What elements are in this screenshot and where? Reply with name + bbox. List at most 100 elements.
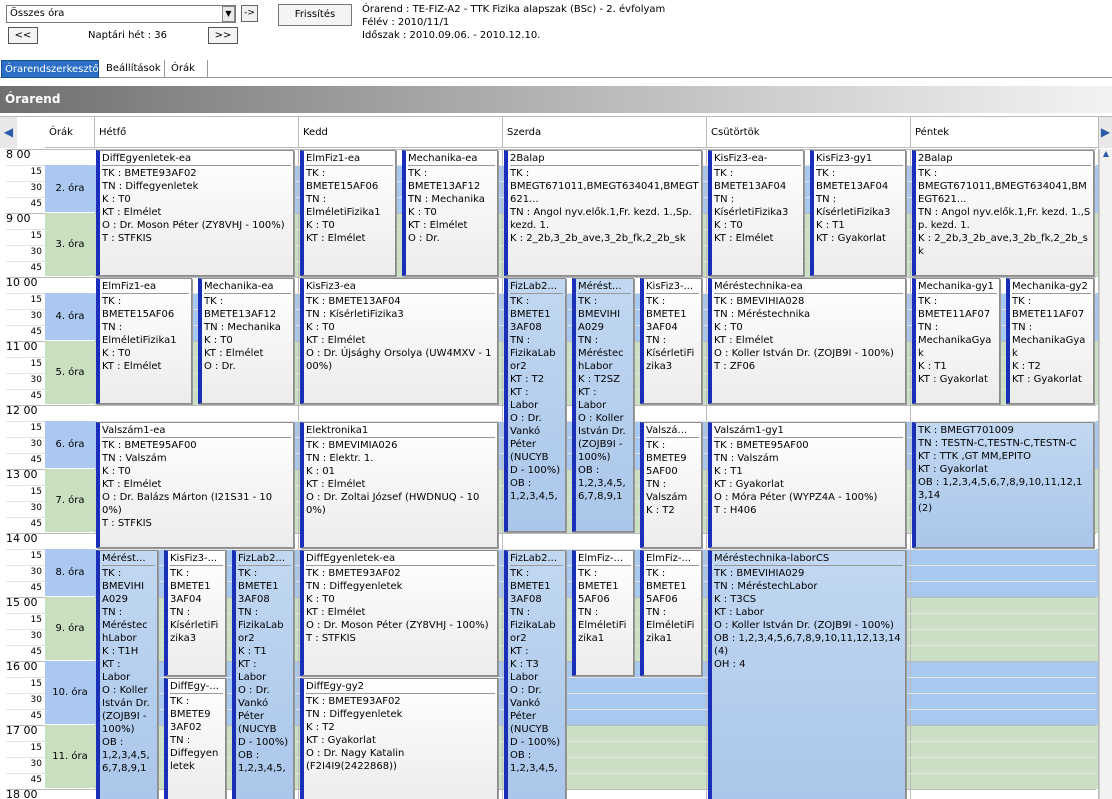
course-event[interactable]: KisFiz3-... TK : BMETE1 3AF04 TN : KísérletiF… [164,550,226,676]
refresh-button[interactable]: Frissítés [278,4,352,26]
event-line: FizikaLab [510,348,556,359]
event-line: KT : Elmélet [204,348,264,359]
course-event[interactable]: Valszám1-gy1 TK : BMETE95AF00 TN : Valszám… [708,422,906,548]
event-line: KT : Elmélet [714,233,774,244]
course-event[interactable]: FizLab2... TK : BMETE1 3AF08 TN : FizikaLab or… [504,278,566,532]
event-line: K : T1H [102,646,139,657]
event-line: K : T2 [646,505,675,516]
event-line: Labor [510,672,539,683]
event-line: KT : T2 [510,374,545,385]
course-event[interactable]: KisFiz3-ea- TK : BMETE13AF04 TN : KísérletiF… [708,150,804,276]
course-event[interactable]: Mérést... TK : BMEVIHI A029 TN : Méréstec hLab… [572,278,634,532]
event-title: FizLab2... [510,280,563,294]
prev-week-button[interactable]: << [8,27,38,44]
event-line: TK : [816,168,836,179]
course-event[interactable]: Mechanika-gy1 TK : BMETE11AF07 TN : Mechanik… [912,278,1000,404]
course-event[interactable]: KisFiz3-gy1 TK : BMETE13AF04 TN : KísérletiF… [810,150,906,276]
event-line: KT : [238,659,257,670]
event-line: zika3 [170,633,197,644]
course-event[interactable]: 2Balap TK : BMEGT671011,BMEGT634041,BMEGT6… [912,150,1094,276]
event-line: 6,7,8,9,1 [578,491,623,502]
tab-settings[interactable]: Beállítások [103,60,165,78]
event-line: TN : Elektr. 1. [306,453,374,464]
event-line: TN : [816,194,837,205]
minute-label: 15 [30,167,42,177]
event-line: 1,2,3,4,5, [510,491,558,502]
course-event[interactable]: TK : BMEGT701009 TN : TESTN-C,TESTN-C,TES… [912,422,1094,548]
course-event[interactable]: KisFiz3-... TK : BMETE1 3AF04 TN : KísérletiF… [640,278,702,404]
event-line: BMETE13AF12 [408,181,481,192]
course-event[interactable]: Mechanika-ea TK : BMETE13AF12 TN : Mechanik… [402,150,498,276]
event-line: TN : Diffegyenletek [306,709,403,720]
course-select[interactable]: Összes óra [6,5,236,23]
event-line: TK : BMETE13AF04 [306,296,401,307]
course-event[interactable]: Mérést... TK : BMEVIHI A029 TN : Méréstec hLab… [96,550,158,799]
event-line: K : T1 [238,646,267,657]
course-event[interactable]: ElmFiz1-ea TK : BMETE15AF06 TN : ElméletiFiz… [300,150,396,276]
event-line: Diffegyen [170,748,219,759]
event-line: T : ZF06 [714,361,756,372]
vertical-scrollbar[interactable]: ▲ [1099,149,1112,799]
event-line: Labor [510,400,539,411]
event-title: DiffEgyenletek-ea [102,152,291,166]
event-line: TK : [510,296,530,307]
next-week-button[interactable]: >> [208,27,238,44]
chevron-down-icon[interactable]: ▼ [222,6,235,22]
event-line: BMETE1 [170,581,211,592]
course-event[interactable]: DiffEgy-... TK : BMETE9 3AF02 TN : Diffegyen l… [164,678,226,799]
course-event[interactable]: ElmFiz1-ea TK : BMETE15AF06 TN : ElméletiFiz… [96,278,192,404]
event-line: KT : Gyakorlat [1012,374,1082,385]
course-event[interactable]: Mechanika-gy2 TK : BMETE11AF07 TN : Mechanik… [1006,278,1094,404]
course-event[interactable]: Valszám1-ea TK : BMETE95AF00 TN : Valszám K… [96,422,294,548]
hour-label: 17 00 [6,724,38,737]
minute-label: 15 [30,359,42,369]
event-title: KisFiz3-... [170,552,223,566]
course-event[interactable]: Valszá... TK : BMETE9 5AF00 TN : Valszám K : T… [640,422,702,548]
go-button[interactable]: -> [241,5,258,22]
course-event[interactable]: DiffEgyenletek-ea TK : BMETE93AF02 TN : Di… [300,550,498,676]
minute-label: 45 [30,455,42,465]
chevron-right-icon[interactable]: ▶ [1099,117,1112,148]
hour-label: 18 00 [6,788,38,799]
course-event[interactable]: ElmFiz-... TK : BMETE1 5AF06 TN : ElméletiFi z… [640,550,702,676]
course-event[interactable]: FizLab2... TK : BMETE1 3AF08 TN : FizikaLab or… [504,550,566,799]
event-line: T : STFKIS [306,633,356,644]
course-event[interactable]: 2Balap TK : BMEGT671011,BMEGT634041,BMEGT6… [504,150,702,276]
event-line: zika3 [646,361,673,372]
chevron-left-icon[interactable]: ◀ [0,117,17,148]
event-line: A029 [102,594,128,605]
course-event[interactable]: DiffEgyenletek-ea TK : BMETE93AF02 TN : Di… [96,150,294,276]
event-line: O : Dr. Moson Péter (ZY8VHJ - 100%) [306,620,489,631]
course-event[interactable]: Méréstechnika-ea TK : BMEVIHIA028 TN : Mér… [708,278,906,404]
event-title: ElmFiz1-ea [306,152,393,166]
event-line: TK : [408,168,428,179]
course-event[interactable]: ElmFiz-... TK : BMETE1 5AF06 TN : ElméletiFi z… [572,550,634,676]
event-line: TK : BMEVIHIA028 [714,296,805,307]
event-line: TK : [714,168,734,179]
event-line: 1,2,3,4,5, [238,763,286,774]
course-event[interactable]: KisFiz3-ea TK : BMETE13AF04 TN : Kísérleti… [300,278,498,404]
event-line: 3AF04 [646,322,678,333]
chevron-up-icon[interactable]: ▲ [1100,149,1112,162]
course-event[interactable]: FizLab2... TK : BMETE1 3AF08 TN : FizikaLab or… [232,550,294,799]
event-title: Mechanika-ea [204,280,291,294]
event-title: KisFiz3-ea- [714,152,801,166]
tab-editor[interactable]: Órarendszerkesztő [1,60,99,78]
event-line: Péter [510,711,537,722]
event-line: TK : [510,168,530,179]
tab-hours[interactable]: Órák [168,60,208,78]
event-line: KT : Elmélet [102,479,162,490]
minute-label: 30 [30,375,42,385]
course-event[interactable]: DiffEgy-gy2 TK : BMETE93AF02 TN : Diffegye… [300,678,498,799]
minute-label: 30 [30,183,42,193]
course-event[interactable]: Mechanika-ea TK : BMETE13AF12 TN : Mechanik… [198,278,294,404]
course-event[interactable]: Méréstechnika-laborCS TK : BMEVIHIA029 TN … [708,550,906,799]
minute-label: 30 [30,567,42,577]
event-line: TN : [102,607,123,618]
hour-label: 14 00 [6,532,38,545]
course-event[interactable]: Elektronika1 TK : BMEVIMIA026 TN : Elektr.… [300,422,498,548]
event-line: zika1 [646,633,673,644]
event-line: TK : [238,568,258,579]
event-line: KT : Elmélet [306,335,366,346]
event-line: TK : [510,568,530,579]
